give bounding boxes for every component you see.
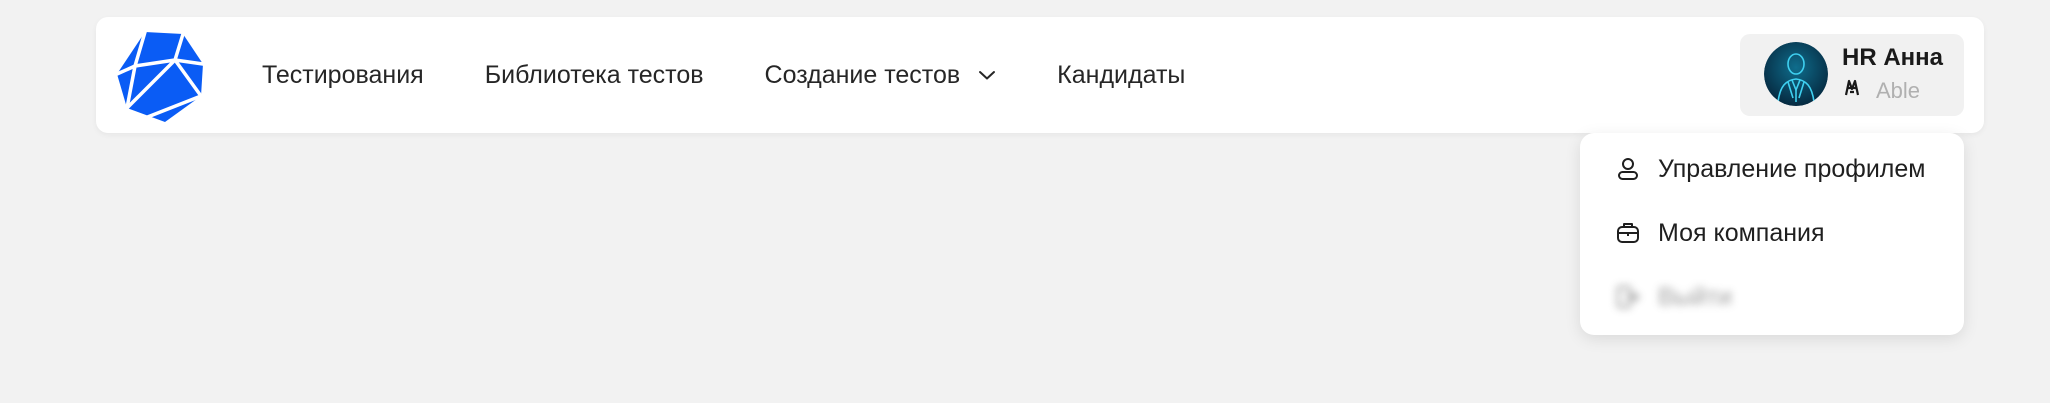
avatar — [1764, 42, 1828, 106]
menu-item-my-company[interactable]: Моя компания — [1616, 213, 1825, 253]
nav-item-label: Кандидаты — [1057, 60, 1186, 89]
nav-item-test-library[interactable]: Библиотека тестов — [485, 61, 704, 90]
main-navigation: Тестирования Библиотека тестов Создание … — [262, 17, 1185, 133]
menu-item-label: Выйти — [1658, 282, 1733, 311]
menu-item-label: Моя компания — [1658, 218, 1825, 247]
nav-item-candidates[interactable]: Кандидаты — [1057, 61, 1185, 90]
able-logo-icon — [1844, 79, 1860, 96]
nav-item-label: Библиотека тестов — [484, 60, 704, 89]
top-navigation-bar: Тестирования Библиотека тестов Создание … — [96, 17, 1984, 133]
chevron-down-icon — [979, 71, 996, 80]
menu-item-logout[interactable]: Выйти — [1616, 277, 1732, 317]
briefcase-icon — [1617, 223, 1639, 243]
profile-dropdown-menu: Управление профилем Моя компания Выйти — [1580, 133, 1964, 335]
menu-item-manage-profile[interactable]: Управление профилем — [1616, 149, 1925, 189]
company-name: Able — [1876, 78, 1921, 103]
nav-item-label: Создание тестов — [764, 60, 961, 89]
user-profile-button[interactable]: HR Анна Able — [1740, 34, 1964, 116]
menu-item-label: Управление профилем — [1658, 154, 1926, 183]
nav-item-testing[interactable]: Тестирования — [262, 61, 424, 90]
nav-item-test-creation[interactable]: Создание тестов — [765, 61, 997, 90]
profile-name: HR Анна — [1842, 44, 1944, 71]
user-icon — [1618, 158, 1638, 180]
businessman-avatar-icon — [1764, 42, 1828, 106]
nav-item-label: Тестирования — [262, 60, 424, 89]
logout-icon — [1616, 285, 1640, 309]
crystal-logo-icon[interactable] — [115, 30, 207, 124]
